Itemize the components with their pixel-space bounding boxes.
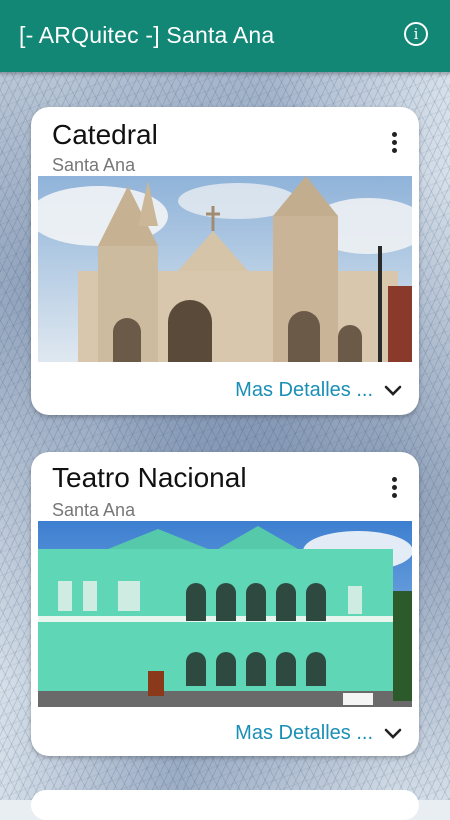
overflow-menu-icon[interactable]: [391, 132, 397, 153]
card-partial[interactable]: [31, 790, 419, 820]
card-teatro-nacional[interactable]: Teatro Nacional Santa Ana Mas Detalles .…: [31, 452, 419, 756]
more-details-link[interactable]: Mas Detalles ...: [235, 722, 403, 745]
theater-illustration: [38, 521, 412, 707]
card-title: Catedral: [52, 119, 158, 150]
card-title: Teatro Nacional: [52, 462, 247, 493]
app-title: [- ARQuitec -] Santa Ana: [19, 22, 275, 48]
more-details-label: Mas Detalles ...: [235, 379, 373, 401]
card-catedral[interactable]: Catedral Santa Ana Mas Detalles ...: [31, 107, 419, 415]
more-details-label: Mas Detalles ...: [235, 722, 373, 744]
cathedral-photo: [38, 176, 412, 362]
card-subtitle: Santa Ana: [52, 155, 136, 175]
chevron-down-icon: [384, 728, 402, 739]
card-subtitle: Santa Ana: [52, 500, 136, 520]
app-bar: [- ARQuitec -] Santa Ana i: [0, 0, 450, 72]
overflow-menu-icon[interactable]: [391, 477, 397, 498]
info-icon[interactable]: i: [404, 22, 428, 46]
more-details-link[interactable]: Mas Detalles ...: [235, 379, 403, 402]
cathedral-illustration: [38, 176, 412, 362]
chevron-down-icon: [384, 385, 402, 396]
theater-photo: [38, 521, 412, 707]
